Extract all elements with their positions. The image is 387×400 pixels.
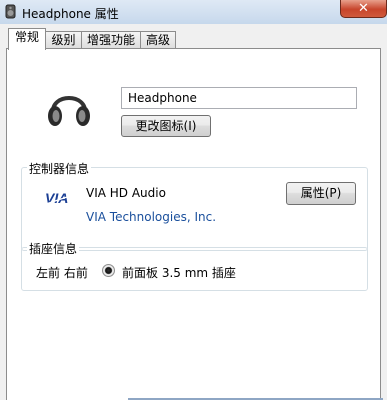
jack-radio-button[interactable] xyxy=(102,264,115,277)
properties-button[interactable]: 属性(P) xyxy=(286,182,356,205)
close-button[interactable]: ✕ xyxy=(340,0,387,18)
tab-enhancements[interactable]: 增强功能 xyxy=(81,31,141,49)
jack-info-group: 插座信息 左前 右前 前面板 3.5 mm 插座 xyxy=(21,240,368,291)
title-bar[interactable]: Headphone 属性 ✕ xyxy=(0,0,387,25)
speaker-icon xyxy=(5,4,16,19)
dialog-client-area: 常规 级别 增强功能 高级 Headphone 更改图标(I) 控制器信息 VI… xyxy=(0,24,387,400)
controller-info-group: 控制器信息 VIA VIA HD Audio VIA Technologies,… xyxy=(21,160,368,251)
via-logo: VIA xyxy=(45,190,77,206)
tab-page-general: Headphone 更改图标(I) 控制器信息 VIA VIA HD Audio… xyxy=(6,48,381,400)
device-name-input[interactable]: Headphone xyxy=(121,87,357,109)
controller-info-label: 控制器信息 xyxy=(27,160,92,177)
tab-general[interactable]: 常规 xyxy=(8,28,46,50)
jack-info-label: 插座信息 xyxy=(27,240,80,257)
controller-vendor: VIA Technologies, Inc. xyxy=(86,210,217,224)
change-icon-button[interactable]: 更改图标(I) xyxy=(121,115,211,137)
jack-position: 左前 右前 xyxy=(36,266,88,280)
headphone-icon xyxy=(48,96,90,126)
window-title: Headphone 属性 xyxy=(22,7,119,21)
tab-advanced[interactable]: 高级 xyxy=(140,31,176,49)
jack-description: 前面板 3.5 mm 插座 xyxy=(122,266,236,280)
controller-name: VIA HD Audio xyxy=(86,186,166,200)
tab-levels[interactable]: 级别 xyxy=(45,31,82,49)
